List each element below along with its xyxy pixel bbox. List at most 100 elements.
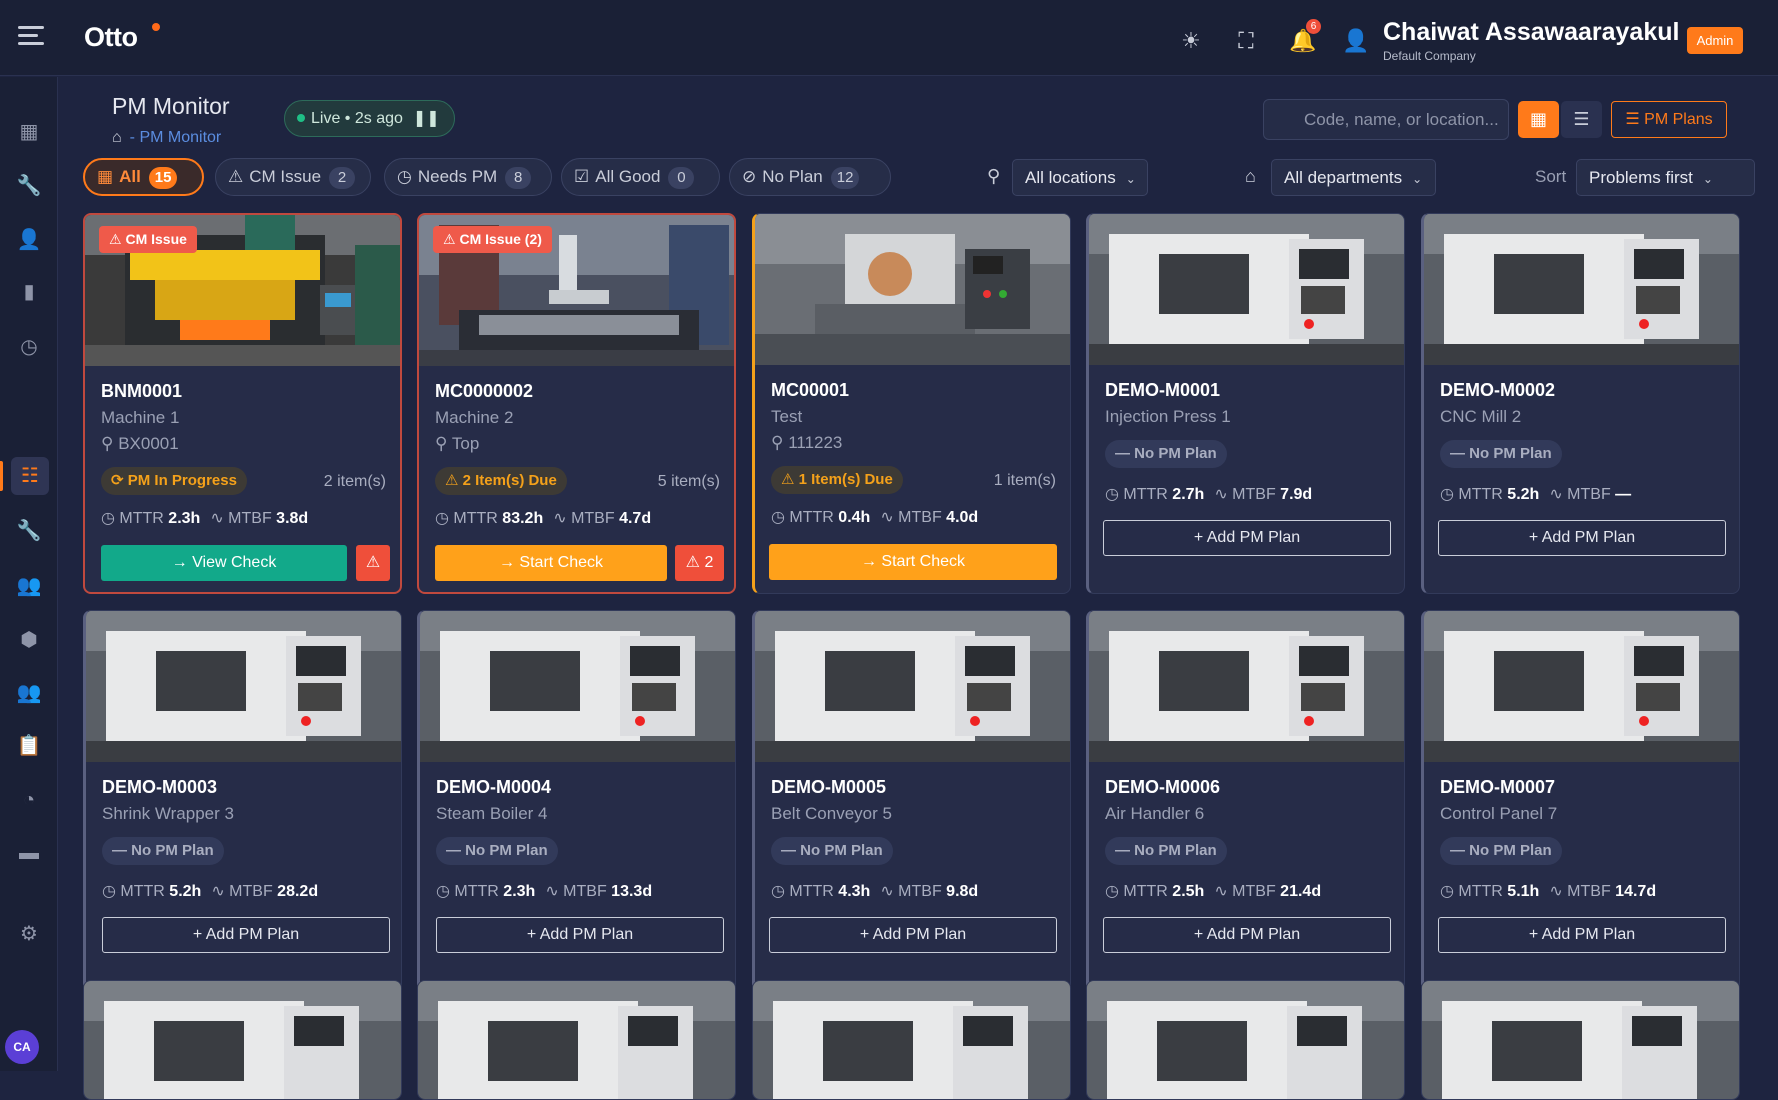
mtbf-label: MTBF xyxy=(229,883,273,900)
live-status[interactable]: Live • 2s ago ❚❚ xyxy=(284,100,455,137)
machine-card[interactable] xyxy=(1421,980,1740,1100)
metrics: ◷ MTTR 5.1h ∿ MTBF 14.7d xyxy=(1440,881,1656,901)
department-select[interactable]: All departments ⌄ xyxy=(1271,159,1436,196)
warning-icon: ⚠ xyxy=(443,231,460,247)
machine-card[interactable] xyxy=(83,980,402,1100)
list-view-button[interactable]: ☰ xyxy=(1561,101,1602,138)
machine-card[interactable]: DEMO-M0002 CNC Mill 2 — No PM Plan ◷ MTT… xyxy=(1421,213,1740,594)
avatar[interactable]: CA xyxy=(5,1030,39,1064)
chevron-down-icon: ⌄ xyxy=(1125,172,1136,186)
pause-icon[interactable]: ❚❚ xyxy=(413,110,440,127)
pm-plans-button[interactable]: ☰ PM Plans xyxy=(1611,101,1727,138)
machine-card[interactable]: DEMO-M0005 Belt Conveyor 5 — No PM Plan … xyxy=(752,610,1071,991)
user-name[interactable]: Chaiwat Assawaarayakul xyxy=(1383,18,1679,47)
add-pm-plan-button[interactable]: + Add PM Plan xyxy=(769,917,1057,953)
live-text: Live • 2s ago xyxy=(311,110,403,127)
filter-count: 0 xyxy=(668,167,695,189)
cnc-machine-image xyxy=(86,611,401,762)
view-check-button[interactable]: → View Check xyxy=(101,545,347,581)
user-icon[interactable]: 👤 xyxy=(1342,28,1369,54)
status-badge: ⚠ 2 Item(s) Due xyxy=(435,467,567,495)
wrench-icon[interactable]: 🔧 xyxy=(10,167,48,205)
machine-card[interactable]: ⚠ CM Issue BNM0001 Machine 1 ⚲ BX0001 ⟳ … xyxy=(83,213,402,594)
add-pm-plan-button[interactable]: + Add PM Plan xyxy=(1103,917,1391,953)
ban-icon: ⊘ xyxy=(742,167,757,186)
item-count: 5 item(s) xyxy=(657,473,720,490)
filter-count: 8 xyxy=(505,167,532,189)
add-pm-plan-button[interactable]: + Add PM Plan xyxy=(102,917,390,953)
gear-icon[interactable]: ⚙ xyxy=(10,915,48,953)
team-icon[interactable]: 👥 xyxy=(10,567,48,605)
item-count: 2 item(s) xyxy=(323,473,386,490)
status-badge: ⟳ PM In Progress xyxy=(101,467,247,495)
tool-icon[interactable]: 🔧 xyxy=(10,512,48,550)
filter-all-good[interactable]: ☑ All Good 0 xyxy=(561,158,720,196)
metrics: ◷ MTTR 2.3h ∿ MTBF 13.3d xyxy=(436,881,652,901)
home-icon[interactable]: ⌂ xyxy=(112,129,122,146)
list-icon: ☰ xyxy=(1625,111,1645,128)
metrics: ◷ MTTR 2.3h ∿ MTBF 3.8d xyxy=(101,508,308,528)
logo[interactable]: Otto xyxy=(84,22,138,53)
add-pm-plan-button[interactable]: + Add PM Plan xyxy=(1438,917,1726,953)
pm-monitor-icon[interactable]: ☷ xyxy=(11,457,49,495)
folder-icon[interactable]: ▬ xyxy=(10,834,48,872)
pie-icon[interactable]: ◔ xyxy=(10,781,48,819)
alert-button[interactable]: ⚠ xyxy=(356,545,390,581)
machine-card[interactable] xyxy=(417,980,736,1100)
location-select[interactable]: All locations ⌄ xyxy=(1012,159,1148,196)
metrics: ◷ MTTR 2.7h ∿ MTBF 7.9d xyxy=(1105,484,1312,504)
dashboard-icon[interactable]: ▦ xyxy=(10,113,48,151)
add-pm-plan-button[interactable]: + Add PM Plan xyxy=(1438,520,1726,556)
clipboard-icon[interactable]: 📋 xyxy=(10,727,48,765)
breadcrumb-current: PM Monitor xyxy=(139,129,222,146)
machine-photo xyxy=(755,611,1070,762)
mttr-label: MTTR xyxy=(1123,486,1168,503)
start-check-button[interactable]: → Start Check xyxy=(435,545,667,581)
box-icon[interactable]: ⬢ xyxy=(10,621,48,659)
button-label: Add PM Plan xyxy=(1206,926,1301,943)
filter-needs-pm[interactable]: ◷ Needs PM 8 xyxy=(384,158,552,196)
machine-card[interactable]: ⚠ CM Issue (2) MC0000002 Machine 2 ⚲ Top… xyxy=(417,213,736,594)
chart-icon[interactable]: ▮ xyxy=(10,273,48,311)
clock-icon: ◷ xyxy=(102,883,121,900)
alert-button[interactable]: ⚠ 2 xyxy=(675,545,724,581)
add-pm-plan-button[interactable]: + Add PM Plan xyxy=(1103,520,1391,556)
cnc-machine-image xyxy=(420,611,735,762)
user-icon[interactable]: 👤 xyxy=(10,221,48,259)
page-title: PM Monitor xyxy=(112,93,230,119)
grid-view-button[interactable]: ▦ xyxy=(1518,101,1559,138)
cnc-machine-image xyxy=(1424,214,1739,365)
machine-location: ⚲ 111223 xyxy=(771,433,842,453)
sort-select[interactable]: Problems first ⌄ xyxy=(1576,159,1755,196)
machine-grid: ⚠ CM Issue BNM0001 Machine 1 ⚲ BX0001 ⟳ … xyxy=(83,213,1743,1100)
machine-card[interactable]: MC00001 Test ⚲ 111223 ⚠ 1 Item(s) Due 1 … xyxy=(752,213,1071,594)
machine-name: Machine 1 xyxy=(101,408,180,427)
people-icon[interactable]: 👥 xyxy=(10,674,48,712)
machine-card[interactable] xyxy=(752,980,1071,1100)
machine-code: DEMO-M0002 xyxy=(1440,380,1556,400)
menu-toggle-icon[interactable] xyxy=(18,26,44,48)
start-check-button[interactable]: → Start Check xyxy=(769,544,1057,580)
mtbf-value: 28.2d xyxy=(277,883,319,900)
filter-no-plan[interactable]: ⊘ No Plan 12 xyxy=(729,158,891,196)
machine-card[interactable]: DEMO-M0001 Injection Press 1 — No PM Pla… xyxy=(1086,213,1405,594)
button-label: View Check xyxy=(192,554,277,571)
machine-card[interactable]: DEMO-M0007 Control Panel 7 — No PM Plan … xyxy=(1421,610,1740,991)
fullscreen-icon[interactable]: ⛶ xyxy=(1233,28,1259,54)
search-input[interactable] xyxy=(1263,99,1509,140)
add-pm-plan-button[interactable]: + Add PM Plan xyxy=(436,917,724,953)
filter-all[interactable]: ▦ All 15 xyxy=(83,158,204,196)
filter-cm-issue[interactable]: ⚠ CM Issue 2 xyxy=(215,158,371,196)
clock-icon: ◷ xyxy=(1440,486,1459,503)
machine-card[interactable]: DEMO-M0003 Shrink Wrapper 3 — No PM Plan… xyxy=(83,610,402,991)
theme-toggle-icon[interactable]: ☀ xyxy=(1178,28,1204,54)
clock-icon[interactable]: ◷ xyxy=(10,328,48,366)
status-badge: — No PM Plan xyxy=(771,837,893,865)
status-text: PM In Progress xyxy=(127,472,237,489)
machine-card[interactable] xyxy=(1086,980,1405,1100)
item-count: 1 item(s) xyxy=(993,472,1056,489)
breadcrumb: ⌂ - PM Monitor xyxy=(112,129,222,146)
machine-card[interactable]: DEMO-M0006 Air Handler 6 — No PM Plan ◷ … xyxy=(1086,610,1405,991)
metrics: ◷ MTTR 2.5h ∿ MTBF 21.4d xyxy=(1105,881,1321,901)
machine-card[interactable]: DEMO-M0004 Steam Boiler 4 — No PM Plan ◷… xyxy=(417,610,736,991)
